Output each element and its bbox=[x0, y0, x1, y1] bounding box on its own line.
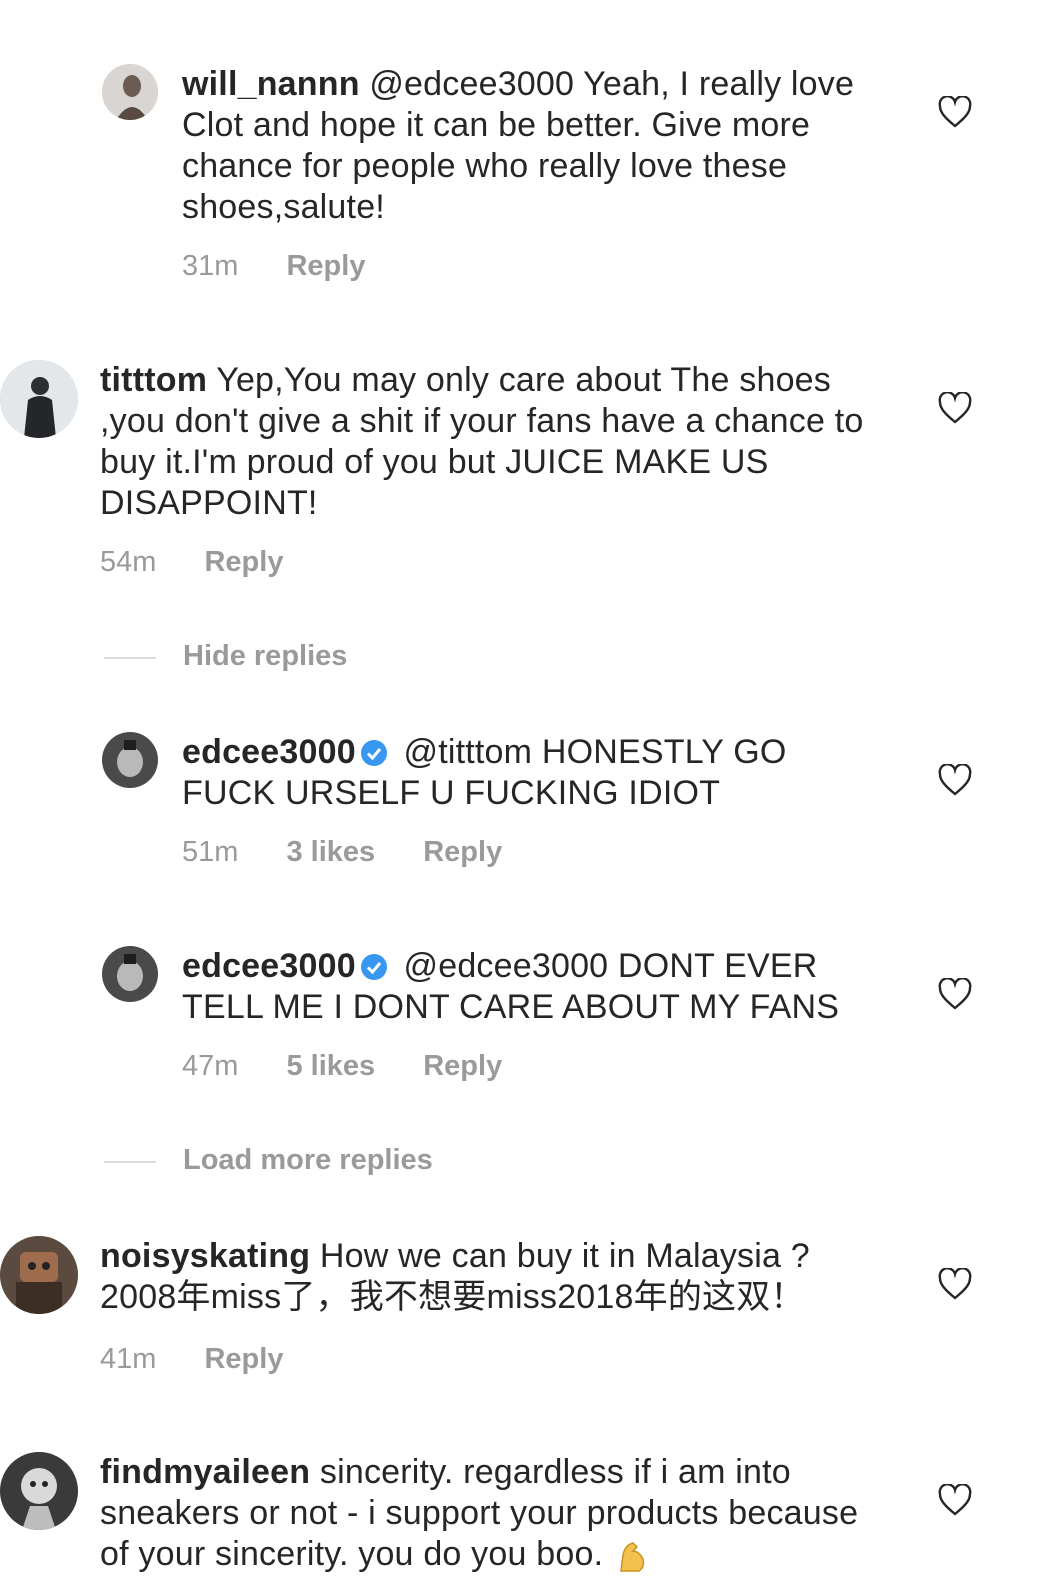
comment-meta: 51m 3 likes Reply bbox=[182, 836, 542, 869]
comment-username[interactable]: edcee3000 bbox=[182, 733, 356, 771]
comment-text: noisyskating How we can buy it in Malays… bbox=[100, 1236, 890, 1318]
comment-text: will_nannn @edcee3000 Yeah, I really lov… bbox=[182, 64, 872, 228]
avatar[interactable] bbox=[0, 1452, 78, 1530]
comment-username[interactable]: titttom bbox=[100, 361, 207, 399]
comment-text: findmyaileen sincerity. regardless if i … bbox=[100, 1452, 890, 1591]
hide-replies-button[interactable]: Hide replies bbox=[183, 640, 347, 673]
comment-username[interactable]: findmyaileen bbox=[100, 1453, 310, 1491]
comment-meta: 41m Reply bbox=[100, 1343, 323, 1376]
avatar[interactable] bbox=[102, 64, 158, 120]
heart-icon[interactable] bbox=[938, 95, 972, 128]
likes-count[interactable]: 3 likes bbox=[286, 836, 375, 868]
comment-time: 47m bbox=[182, 1050, 239, 1082]
heart-icon[interactable] bbox=[938, 1483, 972, 1516]
heart-icon[interactable] bbox=[938, 763, 972, 796]
comment-username[interactable]: noisyskating bbox=[100, 1237, 310, 1275]
comment-meta: 31m Reply bbox=[182, 250, 405, 283]
comment-time: 51m bbox=[182, 836, 239, 868]
heart-icon[interactable] bbox=[938, 1267, 972, 1300]
avatar[interactable] bbox=[0, 360, 78, 438]
comment-text: edcee3000 @edcee3000 DONT EVER TELL ME I… bbox=[182, 946, 902, 1028]
comment-text: titttom Yep,You may only care about The … bbox=[100, 360, 890, 524]
comment-username[interactable]: edcee3000 bbox=[182, 947, 356, 985]
thread-divider bbox=[104, 657, 156, 659]
reply-button[interactable]: Reply bbox=[423, 1050, 502, 1082]
comment-meta: 47m 5 likes Reply bbox=[182, 1050, 542, 1083]
comment-time: 41m bbox=[100, 1343, 157, 1375]
comment-time: 31m bbox=[182, 250, 239, 282]
likes-count[interactable]: 5 likes bbox=[286, 1050, 375, 1082]
comment-time: 54m bbox=[100, 546, 157, 578]
avatar[interactable] bbox=[102, 732, 158, 788]
load-more-replies-button[interactable]: Load more replies bbox=[183, 1144, 433, 1177]
comment-username[interactable]: will_nannn bbox=[182, 65, 360, 103]
avatar[interactable] bbox=[102, 946, 158, 1002]
comment-text: edcee3000 @titttom HONESTLY GO FUCK URSE… bbox=[182, 732, 882, 814]
reply-button[interactable]: Reply bbox=[204, 1343, 283, 1375]
reply-button[interactable]: Reply bbox=[423, 836, 502, 868]
heart-icon[interactable] bbox=[938, 977, 972, 1010]
thread-divider bbox=[104, 1161, 156, 1163]
verified-badge-icon bbox=[360, 736, 388, 767]
flexed-biceps-emoji bbox=[613, 1537, 651, 1575]
comment-meta: 54m Reply bbox=[100, 546, 323, 579]
verified-badge-icon bbox=[360, 950, 388, 981]
reply-button[interactable]: Reply bbox=[204, 546, 283, 578]
heart-icon[interactable] bbox=[938, 391, 972, 424]
comment-body: Yep,You may only care about The shoes ,y… bbox=[100, 361, 864, 522]
reply-button[interactable]: Reply bbox=[286, 250, 365, 282]
avatar[interactable] bbox=[0, 1236, 78, 1314]
